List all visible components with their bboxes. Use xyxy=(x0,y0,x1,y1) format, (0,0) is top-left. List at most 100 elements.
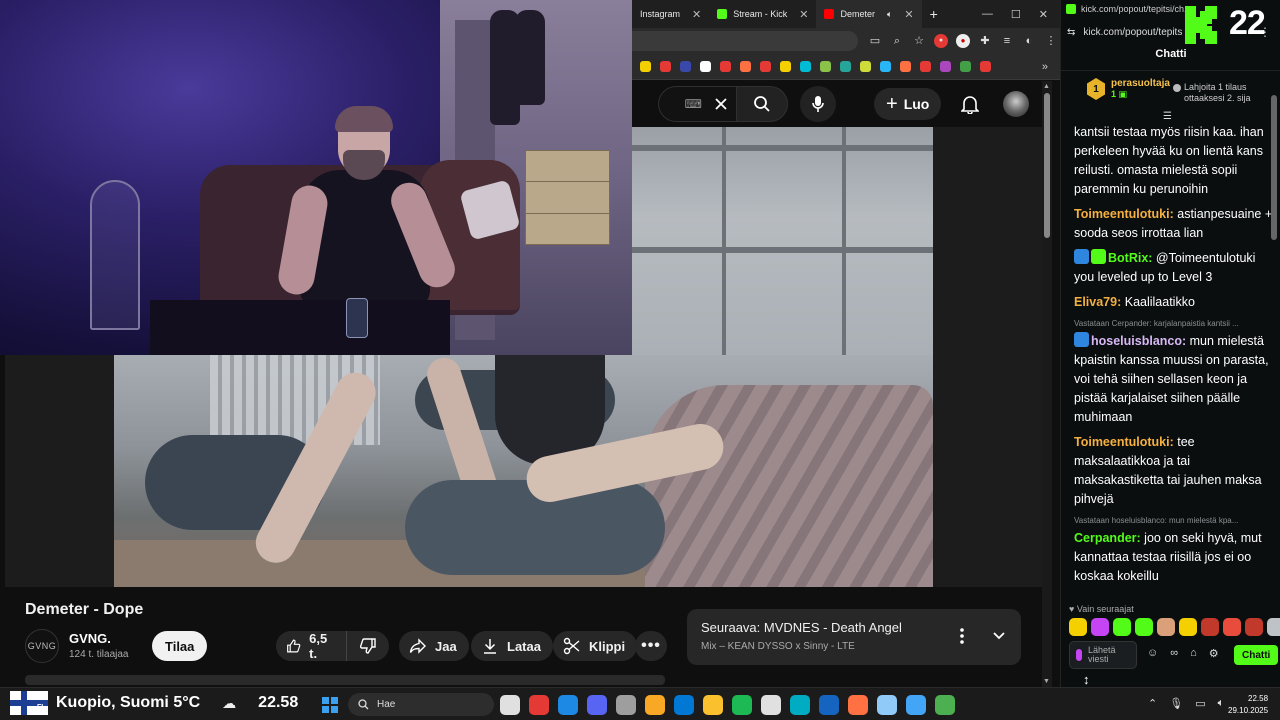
video-player[interactable] xyxy=(5,355,1042,587)
bookmark-icon[interactable] xyxy=(840,61,851,72)
chat-username[interactable]: Eliva79 xyxy=(1074,295,1117,309)
infinity-icon[interactable]: ∞ xyxy=(1170,647,1178,660)
scrollbar-thumb[interactable] xyxy=(1044,93,1050,238)
system-clock[interactable]: 22.58 29.10.2025 xyxy=(1228,693,1268,717)
like-button[interactable]: 6,5 t. xyxy=(276,631,347,661)
pinned-messages-icon[interactable]: ☰ xyxy=(1163,111,1172,122)
taskbar-app-icon[interactable] xyxy=(616,695,636,715)
taskbar-app-icon[interactable] xyxy=(761,695,781,715)
chat-message[interactable]: Eliva79: Kaalilaatikko xyxy=(1074,293,1279,312)
bookmark-icon[interactable] xyxy=(860,61,871,72)
minimize-icon[interactable]: — xyxy=(982,8,993,21)
video-frame-upper[interactable] xyxy=(632,127,933,355)
bookmark-icon[interactable] xyxy=(640,61,651,72)
scrollbar-thumb[interactable] xyxy=(1271,95,1277,240)
emote-icon[interactable] xyxy=(1267,618,1280,636)
chat-username[interactable]: Toimeentulotuki xyxy=(1074,435,1170,449)
emote-icon[interactable] xyxy=(1223,618,1241,636)
chat-message[interactable]: hoseluisblanco: mun mielestä kpaistin ka… xyxy=(1074,332,1279,427)
keyboard-icon[interactable]: ⌨ xyxy=(685,97,702,111)
emote-icon[interactable] xyxy=(1091,618,1109,636)
emote-icon[interactable] xyxy=(1201,618,1219,636)
taskbar-app-icon[interactable] xyxy=(732,695,752,715)
dislike-button[interactable] xyxy=(347,631,389,661)
bookmark-icon[interactable] xyxy=(700,61,711,72)
voice-search-button[interactable] xyxy=(800,86,836,122)
bookmark-icon[interactable] xyxy=(760,61,771,72)
gear-icon[interactable]: ⚙ xyxy=(1209,647,1219,660)
chevron-up-icon[interactable]: ⌃ xyxy=(1148,697,1157,710)
bookmark-icon[interactable] xyxy=(940,61,951,72)
microphone-icon[interactable]: 🎙︎ xyxy=(1169,697,1183,710)
profile-icon[interactable]: ◐ xyxy=(1022,34,1036,48)
up-next-card[interactable]: Seuraava: MVDNES - Death Angel Mix – KEA… xyxy=(687,609,1021,665)
search-button[interactable] xyxy=(736,86,788,122)
chat-url-bar[interactable]: ⇆ kick.com/popout/tepits xyxy=(1067,24,1187,41)
network-icon[interactable]: ▭ xyxy=(1195,697,1205,710)
url-field[interactable] xyxy=(632,31,858,51)
start-button[interactable] xyxy=(322,697,338,713)
tab-kick[interactable]: Stream - Kick ✕ xyxy=(709,0,816,28)
speaker-icon[interactable]: 🔈︎ xyxy=(887,9,892,20)
notifications-button[interactable] xyxy=(955,89,985,119)
close-window-icon[interactable]: ✕ xyxy=(1039,8,1048,21)
maximize-icon[interactable]: ☐ xyxy=(1011,8,1021,21)
bookmark-icon[interactable] xyxy=(720,61,731,72)
bookmark-icon[interactable] xyxy=(680,61,691,72)
chat-message[interactable]: kantsii testaa myös riisin kaa. ihan per… xyxy=(1074,123,1279,199)
scroll-up-icon[interactable]: ▲ xyxy=(1043,83,1050,90)
emote-icon[interactable] xyxy=(1179,618,1197,636)
clip-button[interactable]: Klippi xyxy=(553,631,638,661)
emote-icon[interactable] xyxy=(1069,618,1087,636)
create-button[interactable]: + Luo xyxy=(874,88,942,120)
chat-username[interactable]: Cerpander xyxy=(1074,531,1137,545)
store-icon[interactable]: ⌂ xyxy=(1190,647,1197,660)
star-icon[interactable]: ☆ xyxy=(912,34,926,48)
taskbar-app-icon[interactable] xyxy=(819,695,839,715)
scroll-down-icon[interactable]: ▼ xyxy=(1043,678,1050,685)
extension-icon[interactable]: ● xyxy=(956,34,970,48)
download-button[interactable]: Lataa xyxy=(471,631,553,661)
bookmark-icon[interactable] xyxy=(780,61,791,72)
bookmark-icon[interactable] xyxy=(880,61,891,72)
taskbar-app-icon[interactable] xyxy=(877,695,897,715)
bookmark-icon[interactable] xyxy=(660,61,671,72)
chat-message[interactable]: Cerpander: joo on seki hyvä, mut kannatt… xyxy=(1074,529,1279,586)
chevron-down-icon[interactable] xyxy=(992,627,1006,645)
playlist-icon[interactable]: ≡ xyxy=(1000,34,1014,48)
taskbar-app-icon[interactable] xyxy=(703,695,723,715)
chat-username[interactable]: BotRix xyxy=(1108,251,1148,265)
clear-search-icon[interactable] xyxy=(714,97,728,111)
adblock-icon[interactable]: ● xyxy=(934,34,948,48)
more-actions-button[interactable]: ••• xyxy=(635,631,667,661)
taskbar-app-icon[interactable] xyxy=(645,695,665,715)
subscribe-button[interactable]: Tilaa xyxy=(152,631,208,661)
weather-widget[interactable]: FI Kuopio, Suomi 5°C ☁ 22.58 xyxy=(10,691,298,715)
bookmark-icon[interactable] xyxy=(800,61,811,72)
microphone-icon[interactable] xyxy=(1076,649,1082,661)
account-avatar[interactable] xyxy=(1003,91,1030,117)
taskbar-search[interactable]: Hae xyxy=(348,693,494,716)
taskbar-app-icon[interactable] xyxy=(529,695,549,715)
chat-message-input[interactable]: Lähetä viesti xyxy=(1069,641,1137,669)
taskbar-app-icon[interactable] xyxy=(935,695,955,715)
chat-message[interactable]: Toimeentulotuki: tee maksalaatikkoa ja t… xyxy=(1074,433,1279,509)
emote-icon[interactable] xyxy=(1157,618,1175,636)
bookmark-icon[interactable] xyxy=(820,61,831,72)
taskbar-app-icon[interactable] xyxy=(587,695,607,715)
bookmark-icon[interactable] xyxy=(980,61,991,72)
zoom-icon[interactable]: ⌕ xyxy=(890,34,904,48)
emote-icon[interactable] xyxy=(1113,618,1131,636)
taskbar-app-icon[interactable] xyxy=(558,695,578,715)
puzzle-icon[interactable]: ✚ xyxy=(978,34,992,48)
close-icon[interactable]: ✕ xyxy=(904,8,913,21)
chat-message[interactable]: Toimeentulotuki: astianpesuaine + sooda … xyxy=(1074,205,1279,243)
tab-youtube[interactable]: Demeter 🔈︎ ✕ xyxy=(816,0,922,28)
taskbar-app-icon[interactable] xyxy=(790,695,810,715)
close-icon[interactable]: ✕ xyxy=(692,8,701,21)
tab-instagram[interactable]: Instagram ✕ xyxy=(632,0,709,28)
emote-icon[interactable] xyxy=(1245,618,1263,636)
chat-message[interactable]: BotRix: @Toimeentulotuki you leveled up … xyxy=(1074,249,1279,287)
chat-username[interactable]: hoseluisblanco xyxy=(1091,334,1182,348)
new-tab-button[interactable]: + xyxy=(922,0,946,28)
